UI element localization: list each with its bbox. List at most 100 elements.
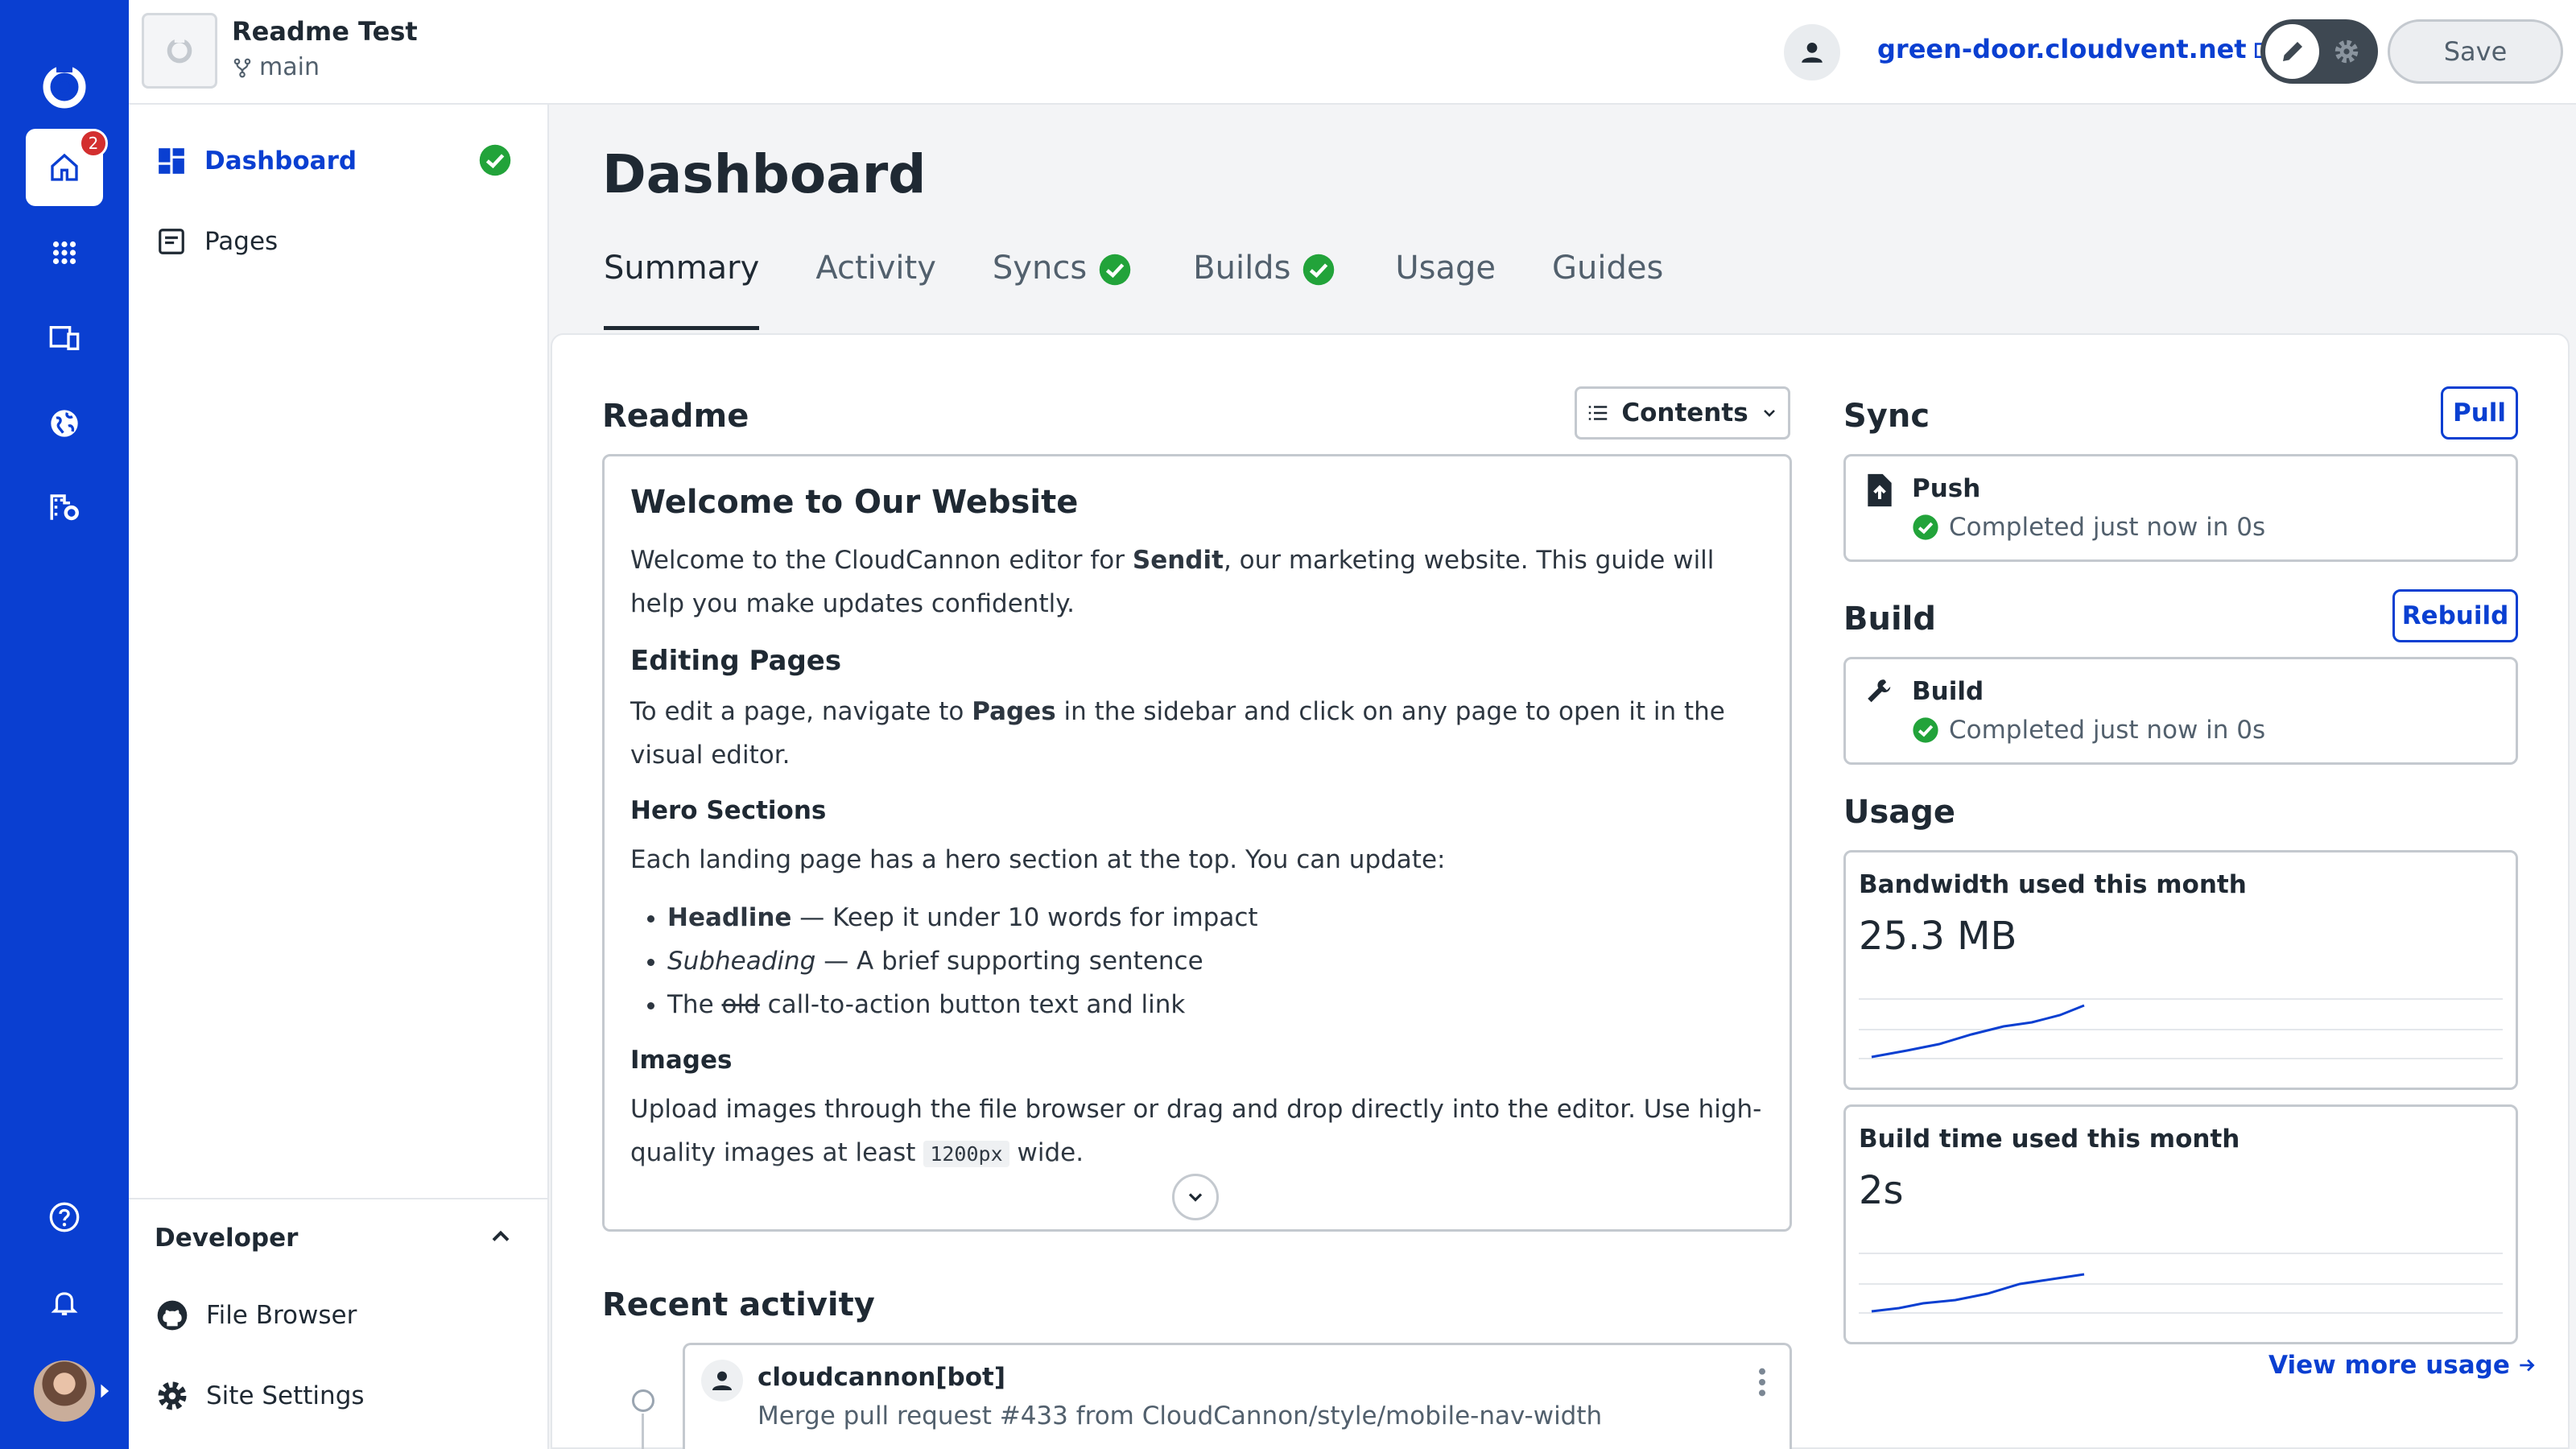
app-rail: 2: [0, 0, 129, 1449]
readme-hero-text: Each landing page has a hero section at …: [630, 845, 1446, 874]
wrench-icon: [1868, 679, 1891, 703]
usage-title: Usage: [1843, 794, 1956, 831]
pages-icon: [159, 229, 184, 254]
user-avatar[interactable]: [34, 1360, 95, 1422]
devices-icon: [49, 326, 80, 350]
tab-label: Usage: [1395, 250, 1496, 287]
site-placeholder-icon: [167, 37, 192, 64]
rebuild-button[interactable]: Rebuild: [2392, 589, 2518, 642]
site-name[interactable]: Readme Test: [232, 16, 418, 47]
sidebar-item-site-settings[interactable]: Site Settings: [156, 1372, 365, 1420]
tab-activity[interactable]: Activity: [815, 250, 936, 330]
build-time-sparkline: [1859, 1253, 2503, 1314]
sync-title: Sync: [1843, 398, 1930, 435]
build-time-trend-line: [1871, 1273, 2085, 1313]
activity-user: cloudcannon[bot]: [758, 1363, 1006, 1392]
developer-section-title[interactable]: Developer: [155, 1224, 298, 1253]
readme-editing-text: To edit a page, navigate to Pages in the…: [630, 697, 1725, 770]
recent-activity-title: Recent activity: [602, 1286, 875, 1323]
sync-item-label: Push: [1912, 474, 1981, 503]
site-url-link[interactable]: green-door.cloudvent.net: [1877, 34, 2274, 64]
dashboard-status-check-icon: [479, 144, 511, 176]
pencil-icon: [2282, 42, 2302, 61]
chevron-up-icon[interactable]: [486, 1222, 515, 1251]
tab-guides[interactable]: Guides: [1552, 250, 1663, 330]
activity-item[interactable]: cloudcannon[bot] Merge pull request #433…: [683, 1343, 1792, 1449]
settings-mode-option[interactable]: [2319, 24, 2373, 79]
build-status-card[interactable]: Build Completed just now in 0s: [1843, 657, 2518, 765]
build-time-value: 2s: [1859, 1168, 1904, 1213]
view-more-usage-link[interactable]: View more usage: [2268, 1351, 2537, 1380]
build-status-text: Completed just now in 0s: [1949, 716, 2266, 745]
dashboard-icon: [159, 148, 184, 174]
tab-label: Activity: [815, 250, 936, 287]
tab-usage[interactable]: Usage: [1395, 250, 1496, 330]
dashboard-tabs: Summary Activity Syncs Builds Usage Guid…: [604, 250, 1663, 330]
github-icon: [157, 1300, 188, 1331]
branch-icon: [233, 58, 251, 77]
rail-globe-button[interactable]: [26, 385, 103, 462]
readme-intro: Welcome to the CloudCannon editor for Se…: [630, 546, 1715, 618]
chevron-down-icon: [1188, 1193, 1203, 1202]
readme-content: Welcome to Our Website Welcome to the Cl…: [602, 454, 1792, 1232]
build-time-usage-card: Build time used this month 2s: [1843, 1104, 2518, 1344]
rail-org-settings-button[interactable]: [26, 469, 103, 546]
readme-title: Readme: [602, 398, 749, 435]
sync-status: Completed just now in 0s: [1912, 513, 2265, 542]
rail-home-button[interactable]: 2: [26, 129, 108, 206]
home-icon: [51, 153, 78, 181]
save-button[interactable]: Save: [2388, 19, 2563, 84]
tab-syncs[interactable]: Syncs: [993, 250, 1132, 330]
contents-label: Contents: [1621, 398, 1748, 427]
timeline-dot: [632, 1389, 654, 1412]
tab-label: Summary: [604, 250, 760, 287]
rail-apps-button[interactable]: [26, 214, 103, 291]
check-icon: [1913, 514, 1938, 540]
user-menu-button[interactable]: [1784, 24, 1840, 80]
sidebar-divider: [129, 1198, 549, 1199]
rail-devices-button[interactable]: [26, 299, 103, 377]
chevron-down-icon: [1763, 410, 1775, 417]
sidebar-item-file-browser[interactable]: File Browser: [156, 1291, 357, 1340]
notification-badge: 2: [79, 129, 108, 158]
build-status: Completed just now in 0s: [1912, 716, 2265, 745]
more-options-icon[interactable]: [1757, 1366, 1767, 1398]
rail-help-button[interactable]: [26, 1179, 103, 1256]
globe-icon: [51, 410, 78, 437]
gear-icon: [158, 1381, 187, 1410]
tab-label: Syncs: [992, 250, 1088, 287]
sync-status-card[interactable]: Push Completed just now in 0s: [1843, 454, 2518, 562]
sidebar-item-label: File Browser: [206, 1301, 357, 1330]
build-time-label: Build time used this month: [1859, 1125, 2240, 1154]
timeline-line: [642, 1414, 644, 1449]
sync-status-text: Completed just now in 0s: [1949, 513, 2266, 542]
readme-subheading-editing: Editing Pages: [630, 645, 842, 677]
cloudcannon-logo[interactable]: [26, 48, 103, 126]
sidebar-item-pages[interactable]: Pages: [156, 217, 278, 266]
pull-button[interactable]: Pull: [2441, 386, 2518, 440]
list-item: Subheading — A brief supporting sentence: [667, 939, 1764, 983]
tab-builds[interactable]: Builds: [1193, 250, 1335, 330]
edit-mode-option[interactable]: [2265, 24, 2319, 79]
sidebar-item-label: Pages: [204, 227, 279, 256]
tab-label: Guides: [1552, 250, 1664, 287]
tab-summary[interactable]: Summary: [604, 250, 760, 330]
avatar-expand-icon[interactable]: [100, 1383, 111, 1399]
bandwidth-trend-line: [1871, 1004, 2085, 1059]
file-upload-icon: [1868, 473, 1892, 507]
sidebar: Dashboard Pages Developer File Browser S…: [129, 105, 549, 1449]
sidebar-item-dashboard[interactable]: Dashboard: [156, 137, 357, 185]
list-item: Headline — Keep it under 10 words for im…: [667, 896, 1764, 939]
branch-selector[interactable]: main: [232, 53, 320, 81]
sidebar-item-label: Site Settings: [206, 1381, 365, 1410]
user-icon: [712, 1371, 732, 1390]
rail-notifications-button[interactable]: [26, 1264, 103, 1341]
readme-expand-button[interactable]: [1172, 1174, 1219, 1220]
gear-icon: [2334, 39, 2358, 64]
site-thumbnail[interactable]: [142, 13, 217, 89]
contents-dropdown[interactable]: Contents: [1575, 386, 1790, 440]
edit-mode-toggle[interactable]: [2260, 19, 2378, 84]
readme-hero-list: Headline — Keep it under 10 words for im…: [667, 896, 1764, 1026]
build-title: Build: [1843, 601, 1937, 638]
organization-settings-icon: [50, 494, 79, 521]
